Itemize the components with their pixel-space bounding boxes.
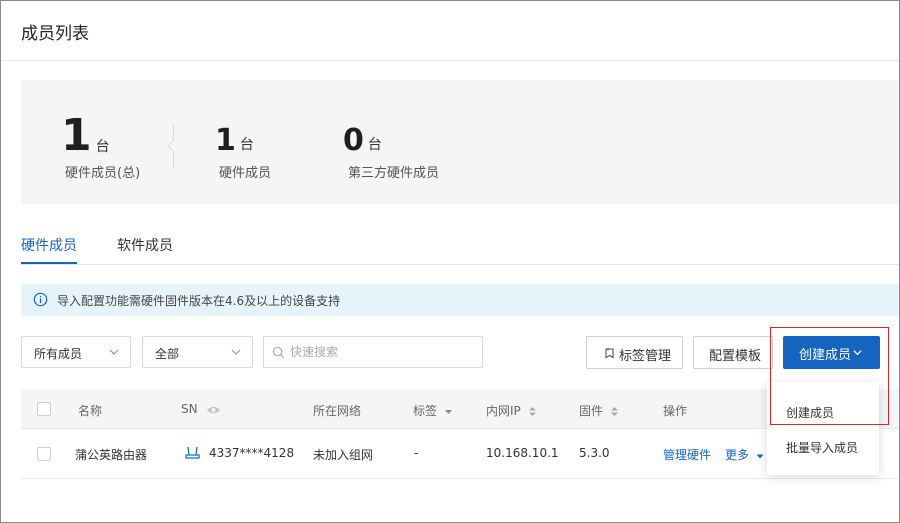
scope-filter-select[interactable]: 全部 — [142, 336, 253, 368]
page-title: 成员列表 — [21, 24, 89, 44]
search-icon — [272, 346, 285, 359]
column-sn: SN — [181, 402, 221, 416]
search-box — [263, 336, 483, 368]
tab-software-members[interactable]: 软件成员 — [117, 235, 173, 255]
stat-hardware-label: 硬件成员 — [219, 166, 272, 181]
tag-icon — [605, 348, 614, 359]
row-checkbox[interactable] — [37, 447, 51, 461]
router-icon — [185, 446, 200, 459]
stat-third-party-unit: 台 — [367, 137, 382, 153]
sort-icon — [528, 407, 536, 416]
stat-third-party-label: 第三方硬件成员 — [348, 166, 440, 181]
chevron-down-icon — [109, 349, 119, 355]
caret-down-icon — [756, 454, 764, 458]
stat-total-unit: 台 — [95, 139, 110, 155]
notice-text: 导入配置功能需硬件固件版本在4.6及以上的设备支持 — [57, 294, 341, 308]
sort-icon — [610, 407, 618, 416]
column-tag[interactable]: 标签 — [413, 402, 453, 419]
row-ip: 10.168.10.1 — [486, 446, 559, 460]
info-notice: 导入配置功能需硬件固件版本在4.6及以上的设备支持 — [21, 284, 899, 316]
search-input[interactable] — [290, 342, 478, 362]
more-actions-link[interactable]: 更多 — [725, 446, 764, 463]
more-actions-label: 更多 — [725, 448, 750, 462]
highlight-box — [770, 327, 889, 425]
scope-filter-value: 全部 — [155, 347, 180, 361]
eye-icon[interactable] — [206, 405, 221, 415]
manage-hardware-link[interactable]: 管理硬件 — [663, 446, 711, 463]
column-name: 名称 — [78, 404, 103, 418]
column-action: 操作 — [663, 404, 688, 418]
active-tab-indicator — [21, 262, 77, 264]
column-sn-label: SN — [181, 402, 198, 416]
stat-hardware-unit: 台 — [239, 137, 254, 153]
member-tabs: 硬件成员 软件成员 — [21, 225, 899, 265]
tab-hardware-members[interactable]: 硬件成员 — [21, 235, 77, 255]
stats-panel: 1台 硬件成员(总) 1台 硬件成员 0台 第三方硬件成员 — [21, 80, 899, 204]
chevron-down-icon — [231, 349, 241, 355]
stat-third-party-number: 0 — [343, 123, 364, 158]
column-firmware[interactable]: 固件 — [579, 402, 619, 419]
row-firmware: 5.3.0 — [579, 446, 610, 460]
column-firmware-label: 固件 — [579, 404, 604, 418]
tag-manage-label: 标签管理 — [619, 349, 672, 364]
row-tag: - — [414, 446, 419, 460]
member-filter-select[interactable]: 所有成员 — [21, 336, 131, 368]
header-divider — [1, 60, 899, 61]
column-tag-label: 标签 — [413, 404, 438, 418]
info-icon — [33, 292, 48, 307]
stat-total-number: 1 — [61, 110, 92, 161]
app-frame: 成员列表 1台 硬件成员(总) 1台 硬件成员 0台 第三方硬件成员 硬件成员 … — [0, 0, 900, 523]
tag-manage-button[interactable]: 标签管理 — [586, 336, 683, 369]
stat-hardware: 1台 硬件成员 — [215, 123, 271, 182]
row-name: 蒲公英路由器 — [75, 448, 148, 462]
dropdown-item-batch-import[interactable]: 批量导入成员 — [786, 439, 858, 456]
column-ip[interactable]: 内网IP — [486, 402, 537, 419]
stat-total-label: 硬件成员(总) — [65, 166, 141, 181]
filter-caret-icon — [444, 410, 452, 414]
column-ip-label: 内网IP — [486, 404, 521, 418]
column-network: 所在网络 — [313, 404, 362, 418]
stat-third-party: 0台 第三方硬件成员 — [343, 123, 439, 182]
row-sn: 4337****4128 — [209, 446, 295, 460]
member-filter-value: 所有成员 — [34, 347, 83, 361]
config-template-label: 配置模板 — [709, 349, 762, 364]
stats-divider — [173, 124, 174, 168]
select-all-checkbox[interactable] — [37, 402, 51, 416]
row-network: 未加入组网 — [313, 448, 374, 462]
stat-total-hardware: 1台 硬件成员(总) — [61, 110, 140, 182]
config-template-button[interactable]: 配置模板 — [693, 336, 773, 369]
stat-hardware-number: 1 — [215, 123, 236, 158]
